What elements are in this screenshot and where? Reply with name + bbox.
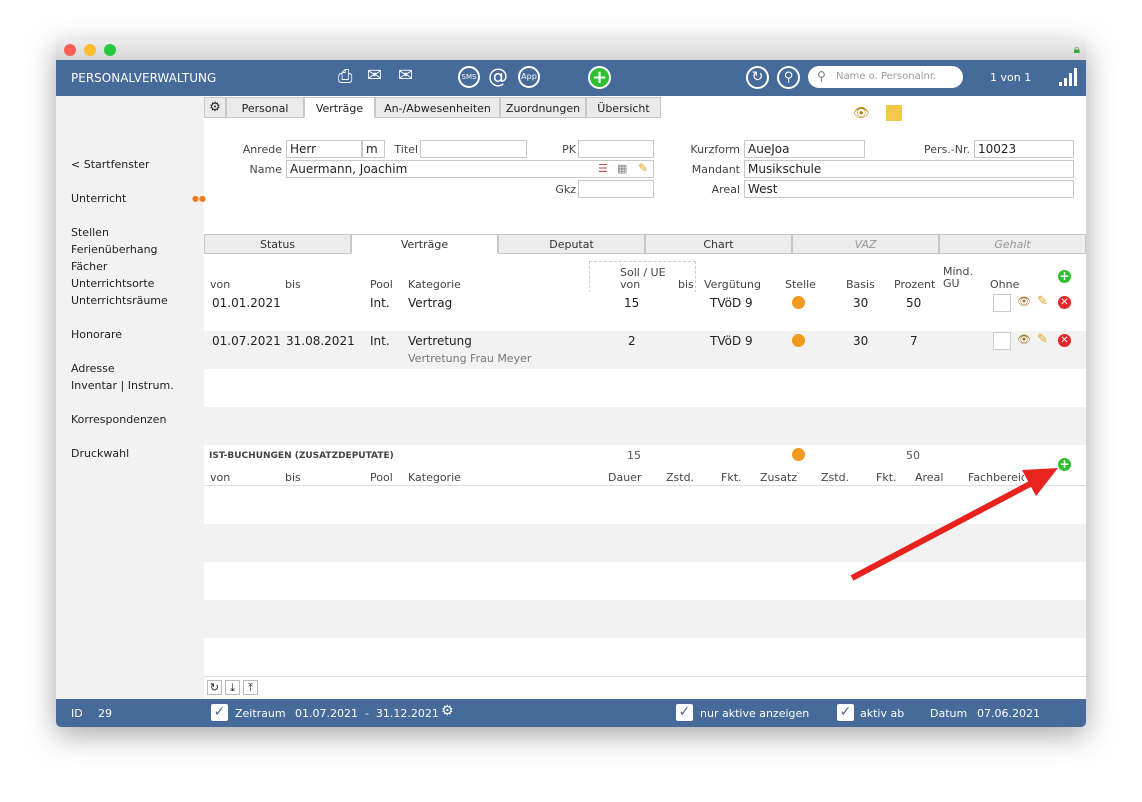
annotation-arrow bbox=[850, 468, 1058, 581]
arrow-shaft bbox=[850, 481, 1032, 581]
